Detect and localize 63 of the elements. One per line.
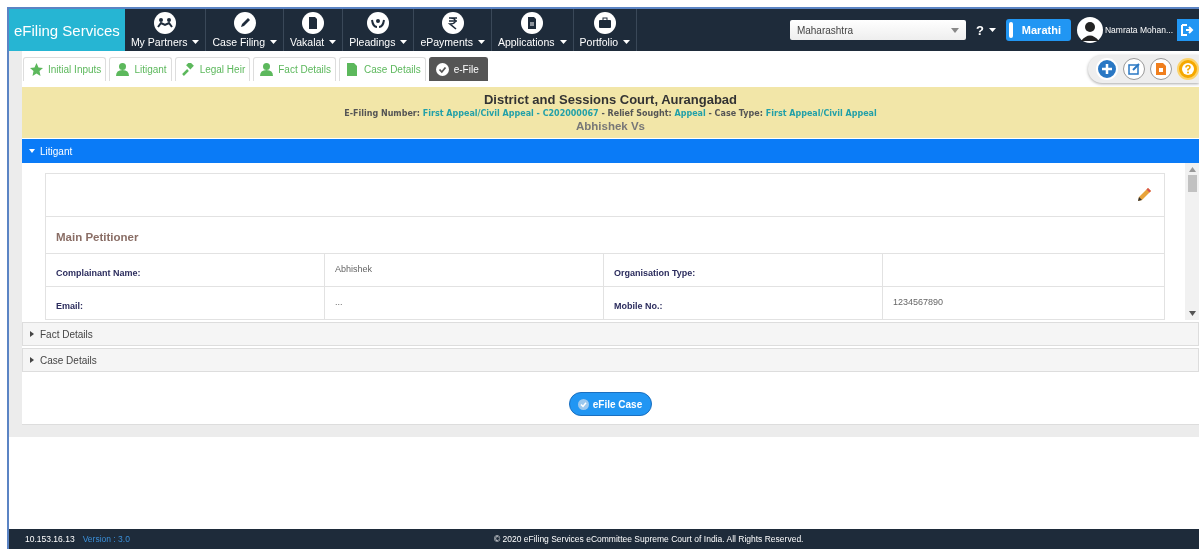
section-heading: Main Petitioner (46, 217, 1164, 254)
document-icon (1156, 63, 1166, 75)
help-icon (1182, 63, 1194, 75)
caret-icon (270, 40, 277, 44)
caret-right-icon (29, 331, 35, 337)
add-button[interactable] (1096, 58, 1118, 80)
scroll-up-icon (1188, 167, 1196, 172)
file-icon (521, 12, 544, 34)
pdf-button[interactable] (1150, 58, 1172, 80)
field-label: Organisation Type: (614, 268, 696, 278)
scrollbar[interactable] (1185, 163, 1199, 320)
field-label: Complainant Name: (56, 268, 141, 278)
user-name[interactable]: Namrata Mohan... (1104, 25, 1173, 35)
people-icon (154, 12, 177, 34)
gavel-icon (181, 63, 195, 76)
filing-details: E-Filing Number: First Appeal/Civil Appeal - C202000067 - Relief Sought: Appeal - Case Type: First Appeal/Civil Appeal (343, 109, 878, 118)
logout-button[interactable] (1177, 19, 1199, 41)
tab[interactable]: e-File (428, 57, 488, 81)
edit-icon (1128, 63, 1140, 75)
help-menu[interactable]: ? (975, 9, 996, 51)
caret-icon (559, 40, 567, 44)
caret-down-icon (29, 148, 35, 154)
plus-icon (1101, 63, 1113, 75)
check-circle-icon (435, 63, 449, 76)
caret-icon (950, 27, 959, 33)
accordion-header[interactable]: Case Details (22, 348, 1199, 372)
briefcase-icon (593, 12, 616, 34)
edit-button[interactable] (1123, 58, 1145, 80)
caret-icon (988, 28, 996, 32)
field-label: Mobile No.: (614, 301, 663, 311)
version-text: Version : 3.0 (82, 534, 130, 544)
caret-icon (477, 40, 485, 44)
field-value: ... (335, 297, 343, 307)
file-icon (346, 63, 359, 76)
caret-icon (623, 40, 631, 44)
field-label: Email: (56, 301, 83, 311)
caret-icon (192, 40, 200, 44)
caret-icon (329, 40, 337, 44)
caret-right-icon (29, 357, 35, 363)
scrollbar-thumb[interactable] (1187, 175, 1197, 192)
rupee-icon (441, 12, 464, 34)
accordion-header[interactable]: Litigant (22, 139, 1199, 163)
document-icon (302, 12, 325, 34)
accordion-header[interactable]: Fact Details (22, 322, 1199, 346)
logout-icon (1181, 23, 1195, 37)
scroll-down-icon (1188, 311, 1196, 316)
copyright-text: © 2020 eFiling Services eCommittee Supreme Court of India. All Rights Reserved. (493, 534, 804, 544)
ip-address: 10.153.16.13 (25, 534, 75, 544)
help-button[interactable] (1177, 58, 1199, 80)
field-value: Abhishek (335, 264, 373, 274)
field-value: 1234567890 (893, 297, 944, 307)
court-name: District and Sessions Court, Aurangabad (482, 92, 739, 107)
caret-icon (400, 40, 408, 44)
check-circle-icon (577, 398, 589, 410)
avatar-icon (1076, 17, 1103, 43)
hands-icon (367, 12, 390, 34)
person-icon (260, 63, 274, 76)
state-dropdown[interactable]: Maharashtra (789, 20, 966, 40)
person-icon (116, 63, 130, 76)
edit-pencil-icon (1136, 187, 1152, 203)
pencil-icon (233, 12, 256, 34)
star-icon (30, 63, 43, 76)
party-names: Abhishek Vs (575, 120, 646, 132)
